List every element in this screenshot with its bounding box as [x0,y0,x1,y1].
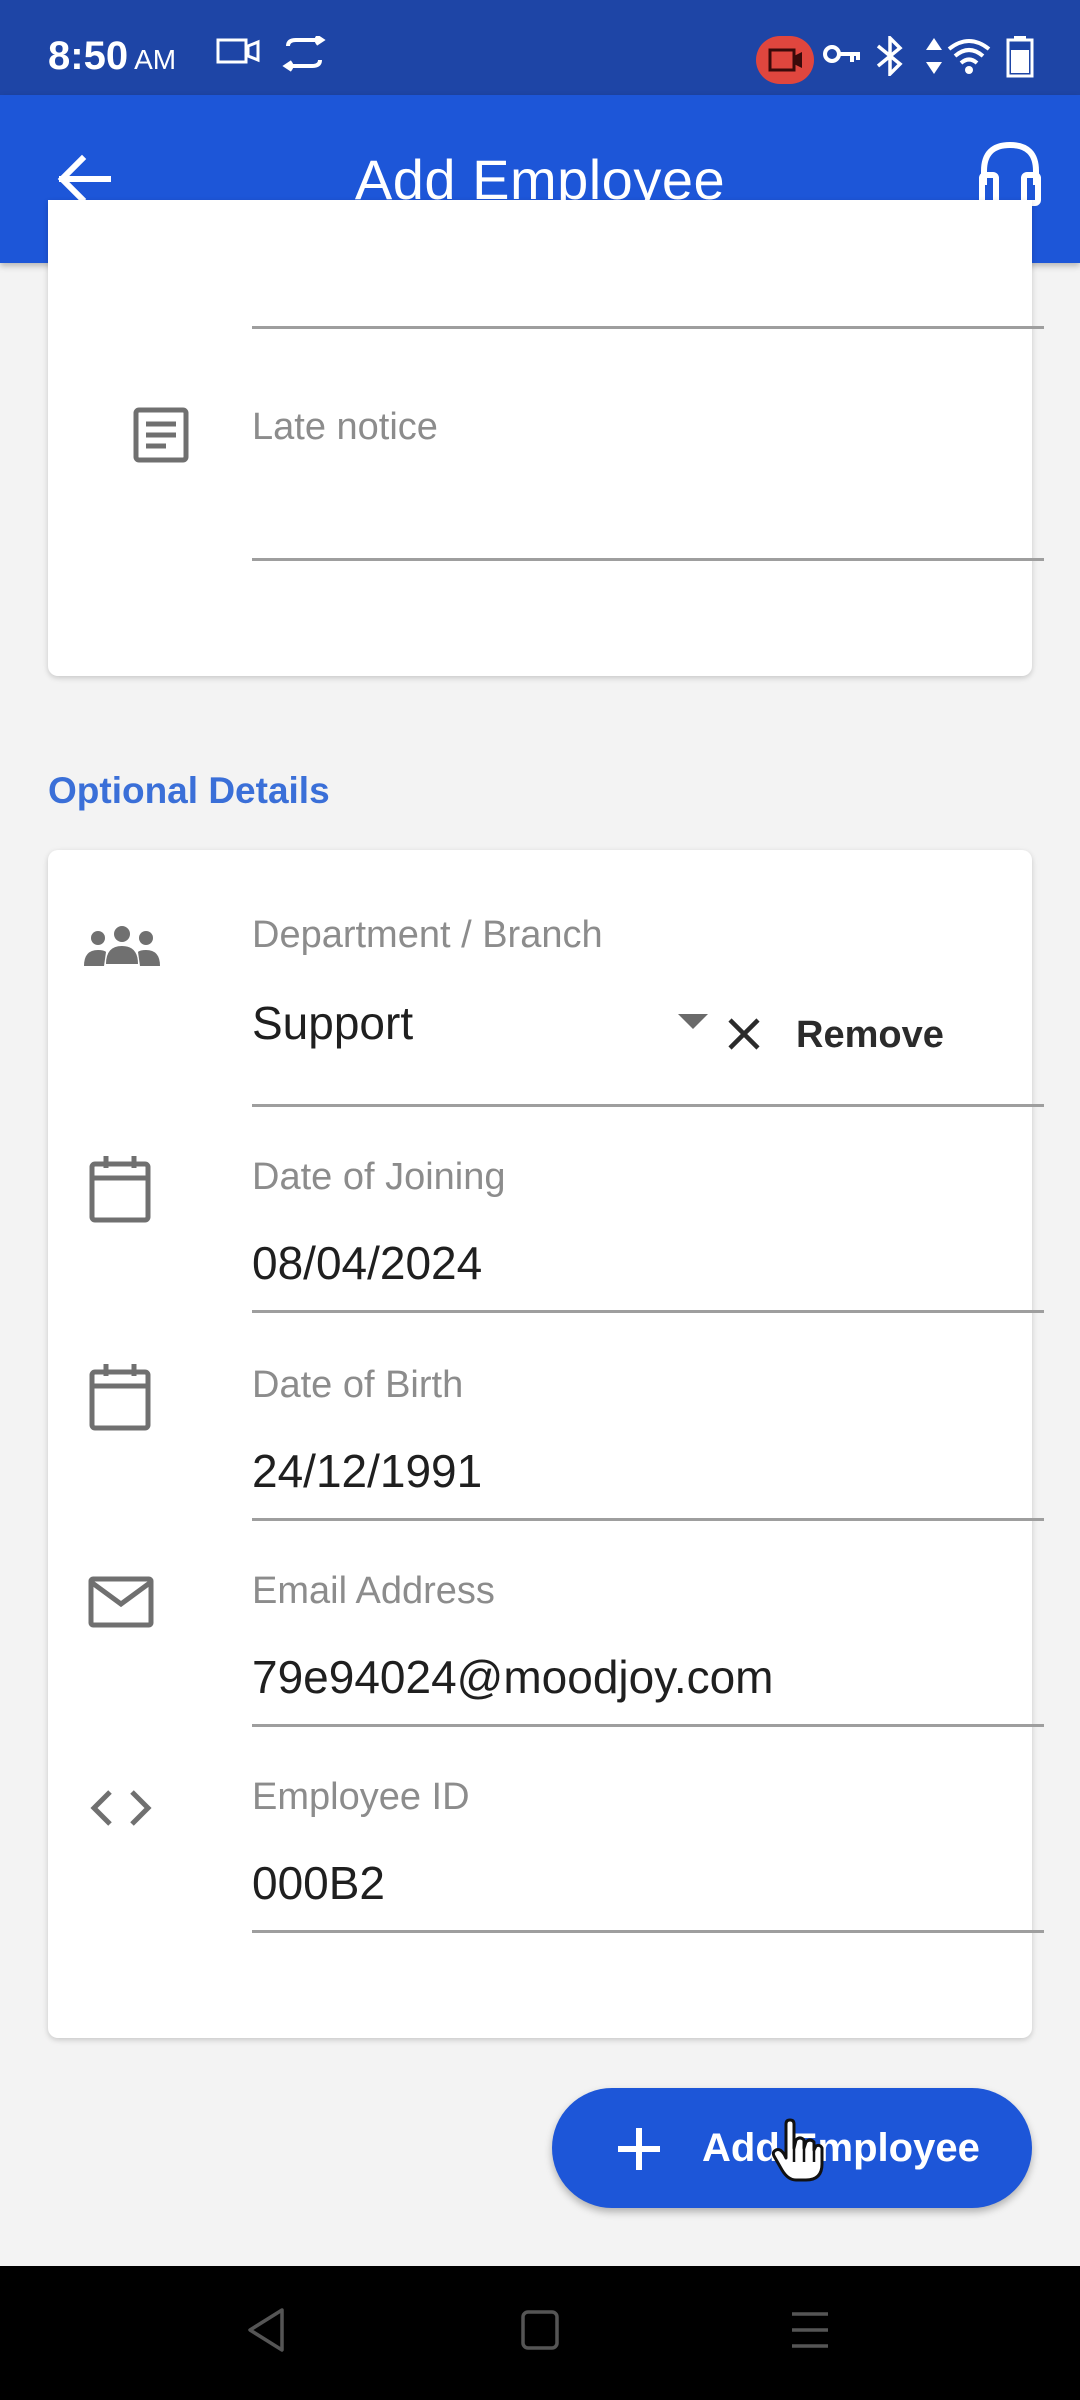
late-notice-underline [252,558,1044,561]
screen-record-icon [216,38,260,64]
nav-home-icon[interactable] [518,2306,562,2354]
data-transfer-icon [926,38,942,74]
department-select[interactable]: Support [252,996,413,1050]
hand-cursor-icon [771,2118,824,2182]
recording-camera-icon [768,48,802,72]
notes-icon [133,407,189,463]
system-navigation-bar [0,2266,1080,2400]
email-label: Email Address [252,1570,495,1612]
calendar-icon [89,1156,151,1223]
cast-sync-icon [282,36,326,72]
status-time: 8:50 AM [48,34,176,79]
department-underline [252,1104,1044,1107]
late-notice-label: Late notice [252,406,438,448]
nav-menu-icon[interactable] [788,2306,832,2354]
date-of-joining-input[interactable]: 08/04/2024 [252,1236,482,1290]
battery-icon [1006,36,1034,78]
employee-id-label: Employee ID [252,1776,470,1818]
remove-label: Remove [796,1014,944,1056]
headset-support-icon[interactable] [974,137,1046,209]
optional-details-heading: Optional Details [48,770,330,811]
date-of-joining-underline [252,1310,1044,1313]
group-icon [84,926,160,966]
wifi-icon [947,39,991,74]
nav-back-icon[interactable] [244,2306,288,2354]
employee-id-underline [252,1930,1044,1933]
date-of-birth-underline [252,1518,1044,1521]
calendar-icon [89,1364,151,1431]
dropdown-arrow-icon[interactable] [678,1014,708,1029]
status-time-ampm: AM [134,44,177,75]
date-of-joining-label: Date of Joining [252,1156,506,1198]
optional-details-card: Department / Branch Support Remove Date … [48,850,1044,2038]
recording-indicator [756,36,814,84]
plus-icon [618,2128,660,2170]
previous-field-underline [252,326,1044,329]
date-of-birth-label: Date of Birth [252,1364,464,1406]
bluetooth-icon [876,36,903,76]
date-of-birth-input[interactable]: 24/12/1991 [252,1444,482,1498]
late-notice-input[interactable] [252,472,1044,532]
status-time-value: 8:50 [48,34,129,78]
add-employee-label: Add Employee [702,2126,980,2170]
code-icon [90,1790,152,1826]
mail-icon [88,1576,154,1628]
basic-details-card: Late notice [48,200,1044,676]
email-underline [252,1724,1044,1727]
email-input[interactable]: 79e94024@moodjoy.com [252,1650,774,1704]
close-icon [728,1018,760,1050]
vpn-key-icon [823,45,860,63]
department-label: Department / Branch [252,914,603,956]
employee-id-input[interactable]: 000B2 [252,1856,385,1910]
status-bar: 8:50 AM [0,0,1080,95]
